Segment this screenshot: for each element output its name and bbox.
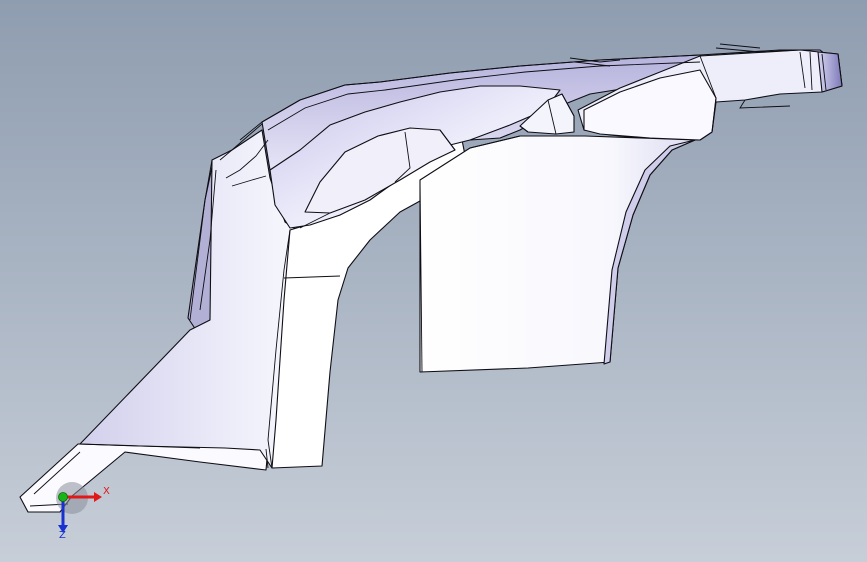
graphics-viewport[interactable]: X Z [0, 0, 867, 562]
y-axis-dot [58, 492, 68, 502]
z-axis-label: Z [59, 530, 66, 541]
model-geometry [19, 49, 843, 513]
x-axis-label: X [103, 486, 110, 497]
coordinate-triad[interactable] [56, 482, 102, 533]
nose-tip [817, 51, 843, 93]
x-axis-arrowhead [94, 492, 102, 502]
part-model[interactable] [0, 0, 867, 562]
nose-line [739, 99, 791, 109]
nose-line [719, 43, 761, 49]
